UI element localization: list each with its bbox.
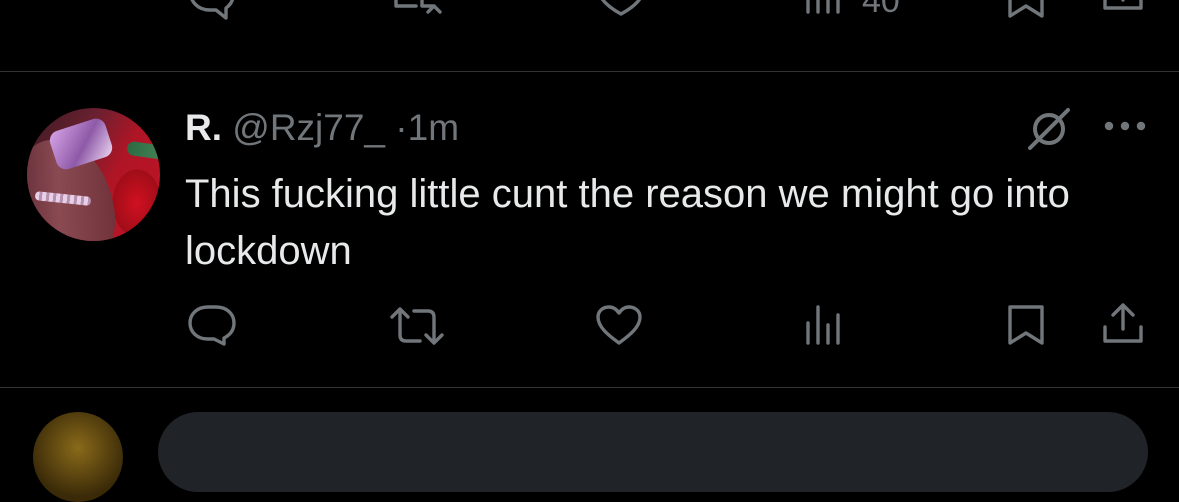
grok-icon[interactable] [1024,104,1074,154]
display-name[interactable]: R. [185,107,222,148]
views-count: 40 [862,0,900,20]
share-icon[interactable] [1100,301,1146,347]
current-user-avatar[interactable] [33,412,123,502]
retweet-icon[interactable] [390,0,446,22]
share-icon[interactable] [1100,0,1146,22]
like-icon[interactable] [594,303,644,347]
views-icon[interactable] [804,0,844,22]
like-icon[interactable] [594,0,648,22]
divider-bottom [0,387,1179,388]
separator: · [395,107,408,148]
divider-top [0,71,1179,72]
timestamp[interactable]: 1m [408,107,459,148]
reply-icon[interactable] [186,0,238,22]
bookmark-icon[interactable] [1004,0,1048,22]
reply-input[interactable] [158,412,1148,492]
avatar[interactable] [27,108,160,241]
reply-icon[interactable] [186,303,238,347]
bookmark-icon[interactable] [1004,303,1048,347]
tweet-header: R. @Rzj77_ ·1m [185,108,459,148]
views-icon[interactable] [804,303,844,347]
retweet-icon[interactable] [388,305,446,347]
more-icon[interactable] [1101,118,1149,134]
tweet-text: This fucking little cunt the reason we m… [185,172,1070,273]
handle[interactable]: @Rzj77_ [232,107,385,148]
